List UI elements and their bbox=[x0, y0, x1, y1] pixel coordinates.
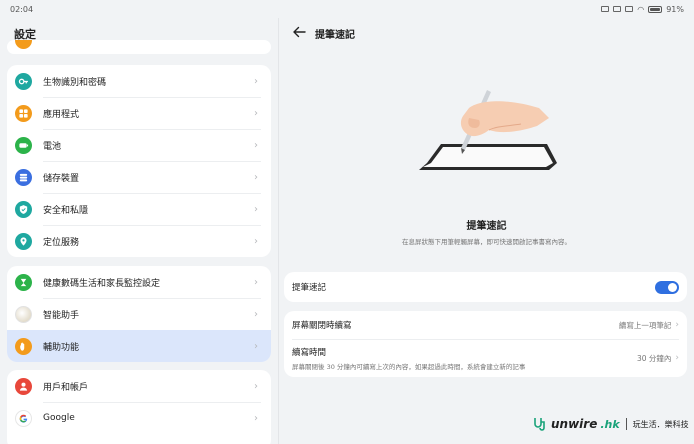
screen-off-resume-label: 屏幕關閉時續寫 bbox=[292, 321, 352, 331]
settings-card-system: 生物識別和密碼 › 應用程式 › 電池 › 儲存裝置 › 安全和私隱 › 定位服… bbox=[7, 65, 271, 257]
chevron-right-icon: › bbox=[675, 353, 679, 363]
resume-time-label: 續寫時間 bbox=[292, 347, 327, 358]
chevron-right-icon: › bbox=[254, 340, 258, 352]
sidebar-item-location[interactable]: 定位服務 › bbox=[7, 225, 271, 257]
quick-note-toggle[interactable] bbox=[655, 280, 679, 294]
hourglass-icon bbox=[15, 273, 32, 291]
page-title: 提筆速記 bbox=[315, 30, 355, 41]
chevron-right-icon: › bbox=[254, 235, 258, 247]
sidebar-item-accessibility[interactable]: 輔助功能 › bbox=[7, 330, 271, 362]
sidebar-item-battery[interactable]: 電池 › bbox=[7, 129, 271, 161]
shield-icon bbox=[15, 200, 32, 218]
partial-icon bbox=[15, 40, 32, 49]
back-button[interactable] bbox=[291, 24, 307, 40]
sidebar-item-security[interactable]: 安全和私隱 › bbox=[7, 193, 271, 225]
settings-card-partial bbox=[7, 40, 271, 54]
chevron-right-icon: › bbox=[254, 412, 258, 424]
sidebar-item-google[interactable]: Google › bbox=[7, 402, 271, 434]
assistant-icon bbox=[15, 305, 32, 323]
chevron-right-icon: › bbox=[675, 320, 679, 330]
status-bar: 02:04 ◠ 91% bbox=[0, 0, 694, 18]
key-icon bbox=[15, 72, 32, 90]
unwire-logo-icon bbox=[534, 418, 545, 431]
sidebar-item-assistant[interactable]: 智能助手 › bbox=[7, 298, 271, 330]
wifi-icon: ◠ bbox=[637, 4, 645, 14]
sidebar-item-apps[interactable]: 應用程式 › bbox=[7, 97, 271, 129]
sidebar-item-digital-wellbeing[interactable]: 健康數碼生活和家長監控設定 › bbox=[7, 266, 271, 298]
settings-card-accounts: 用戶和帳戶 › Google › bbox=[7, 370, 271, 444]
screen-off-resume-value: 續寫上一項筆記 bbox=[618, 320, 672, 330]
options-card: 屏幕關閉時續寫 續寫上一項筆記 › 續寫時間 屏幕關閉後 30 分鐘內可續寫上次… bbox=[284, 311, 687, 377]
stylus-illustration bbox=[419, 90, 557, 170]
feature-description: 在息屏狀態下用筆輕觸屏幕，即可快速開啟記事書寫內容。 bbox=[402, 238, 571, 246]
resume-time-description: 屏幕關閉後 30 分鐘內可續寫上次的內容，如果超過此時間，系統會建立新的記事 bbox=[292, 362, 526, 371]
resume-time-value: 30 分鐘內 bbox=[636, 353, 672, 363]
status-icons: ◠ 91% bbox=[601, 5, 684, 14]
quick-note-toggle-label: 提筆速記 bbox=[292, 283, 327, 293]
settings-sidebar[interactable]: 設定 生物識別和密碼 › 應用程式 › 電池 › 儲存裝置 › 安全和私隱 › … bbox=[0, 18, 278, 444]
watermark-brand: unwire bbox=[551, 417, 598, 431]
chevron-right-icon: › bbox=[254, 308, 258, 320]
hand-icon bbox=[15, 337, 32, 355]
nfc-icon bbox=[601, 6, 610, 12]
chevron-right-icon: › bbox=[254, 107, 258, 119]
mute-icon bbox=[625, 6, 634, 12]
arrow-left-icon bbox=[293, 26, 306, 38]
battery-icon bbox=[15, 136, 32, 154]
watermark-divider bbox=[625, 418, 627, 430]
sidebar-item-storage[interactable]: 儲存裝置 › bbox=[7, 161, 271, 193]
chevron-right-icon: › bbox=[254, 75, 258, 87]
quick-note-toggle-row[interactable]: 提筆速記 bbox=[284, 272, 687, 302]
google-icon bbox=[15, 409, 32, 427]
screen-off-resume-row[interactable]: 屏幕關閉時續寫 續寫上一項筆記 › bbox=[284, 311, 687, 339]
feature-title: 提筆速記 bbox=[466, 221, 507, 232]
storage-icon bbox=[15, 168, 32, 186]
row-separator bbox=[292, 339, 679, 340]
chevron-right-icon: › bbox=[254, 276, 258, 288]
resume-time-row[interactable]: 續寫時間 屏幕關閉後 30 分鐘內可續寫上次的內容，如果超過此時間，系統會建立新… bbox=[284, 339, 687, 377]
user-icon bbox=[15, 377, 32, 395]
mail-icon bbox=[613, 6, 622, 12]
chevron-right-icon: › bbox=[254, 203, 258, 215]
watermark-tagline: 玩生活．樂科技 bbox=[632, 419, 689, 429]
settings-card-wellbeing: 健康數碼生活和家長監控設定 › 智能助手 › 輔助功能 › bbox=[7, 266, 271, 362]
chevron-right-icon: › bbox=[254, 171, 258, 183]
detail-pane: 提筆速記 提筆速記 在息屏狀態下用筆輕觸屏幕，即可快速開啟記事書寫內容。 提筆速… bbox=[279, 18, 694, 444]
watermark-domain: .hk bbox=[600, 417, 620, 431]
quick-note-toggle-card: 提筆速記 bbox=[284, 272, 687, 302]
battery-percent: 91% bbox=[666, 4, 684, 14]
unwire-watermark: unwire .hk 玩生活．樂科技 bbox=[532, 414, 692, 434]
sidebar-item-biometrics[interactable]: 生物識別和密碼 › bbox=[7, 65, 271, 97]
location-icon bbox=[15, 232, 32, 250]
sidebar-item-users[interactable]: 用戶和帳戶 › bbox=[7, 370, 271, 402]
chevron-right-icon: › bbox=[254, 139, 258, 151]
chevron-right-icon: › bbox=[254, 380, 258, 392]
status-time: 02:04 bbox=[10, 4, 34, 14]
apps-icon bbox=[15, 104, 32, 122]
battery-icon bbox=[648, 5, 663, 13]
